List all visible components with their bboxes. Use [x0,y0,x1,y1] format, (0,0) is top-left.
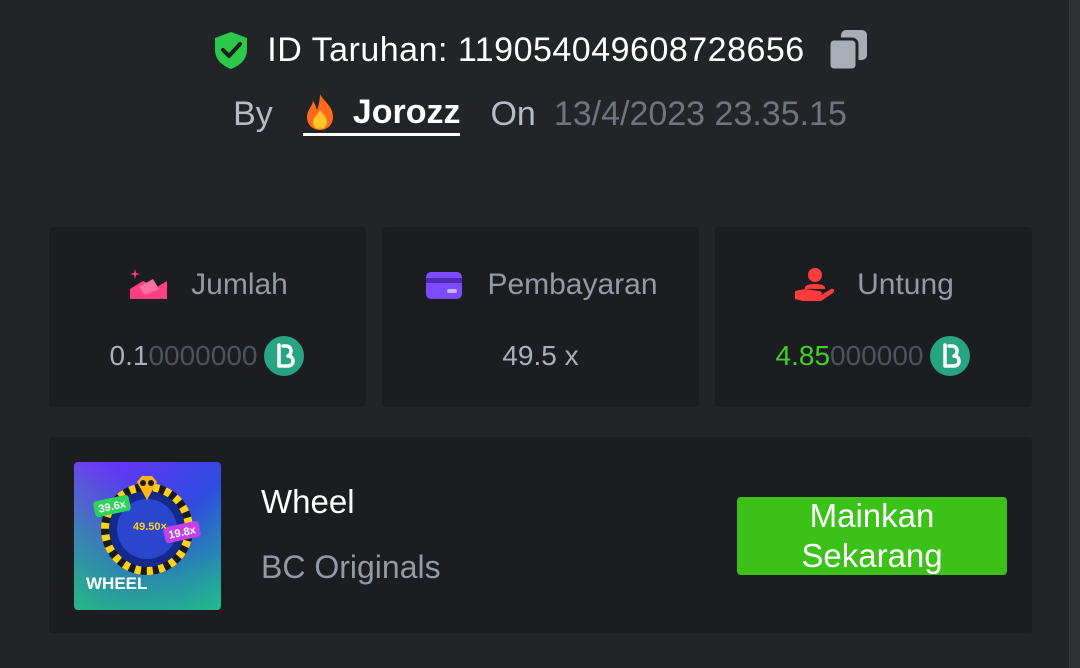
bet-id-row: ID Taruhan: 119054049608728656 [0,28,1080,72]
profit-value: 4.85 [775,340,831,371]
amount-card: Jumlah 0.10000000 [49,227,366,407]
profit-card: Untung 4.85000000 [715,227,1032,407]
profit-hand-icon [795,268,835,301]
by-label: By [233,94,273,133]
game-card: 39.6x 19.8x 49.50× WHEEL Wheel BC Origin… [49,437,1032,633]
bet-meta-row: By Jorozz On 13/4/2023 23.35.15 [0,92,1080,136]
profit-label: Untung [857,268,954,301]
amount-value-trailing: 0000000 [148,340,258,371]
on-label: On [490,94,536,133]
thumb-title: WHEEL [86,574,147,593]
bet-amount-icon [130,269,168,299]
profit-value-trailing: 000000 [830,340,924,371]
username: Jorozz [352,92,461,131]
flame-icon [306,94,333,130]
game-provider: BC Originals [261,549,441,585]
thumb-center-text: 49.50× [133,521,167,533]
payout-label: Pembayaran [487,268,658,301]
user-link[interactable]: Jorozz [302,92,461,136]
payout-value: 49.5 x [502,340,579,371]
play-now-button[interactable]: Mainkan Sekarang [737,497,1007,575]
card-icon [426,272,463,299]
bc-coin-icon [930,336,971,376]
wheel-game-thumbnail[interactable]: 39.6x 19.8x 49.50× WHEEL [74,462,221,610]
game-name: Wheel [261,483,355,520]
bet-datetime: 13/4/2023 23.35.15 [553,94,847,133]
amount-label: Jumlah [191,268,288,301]
bet-id-text: ID Taruhan: 119054049608728656 [267,30,805,69]
copy-icon[interactable] [827,28,869,72]
payout-card: Pembayaran 49.5 x [382,227,699,407]
bc-coin-icon [264,336,305,376]
amount-value: 0.1 [109,340,149,371]
bet-stats: Jumlah 0.10000000 Pembayaran 49.5 x Untu… [49,227,1032,407]
verified-shield-icon [215,32,248,69]
